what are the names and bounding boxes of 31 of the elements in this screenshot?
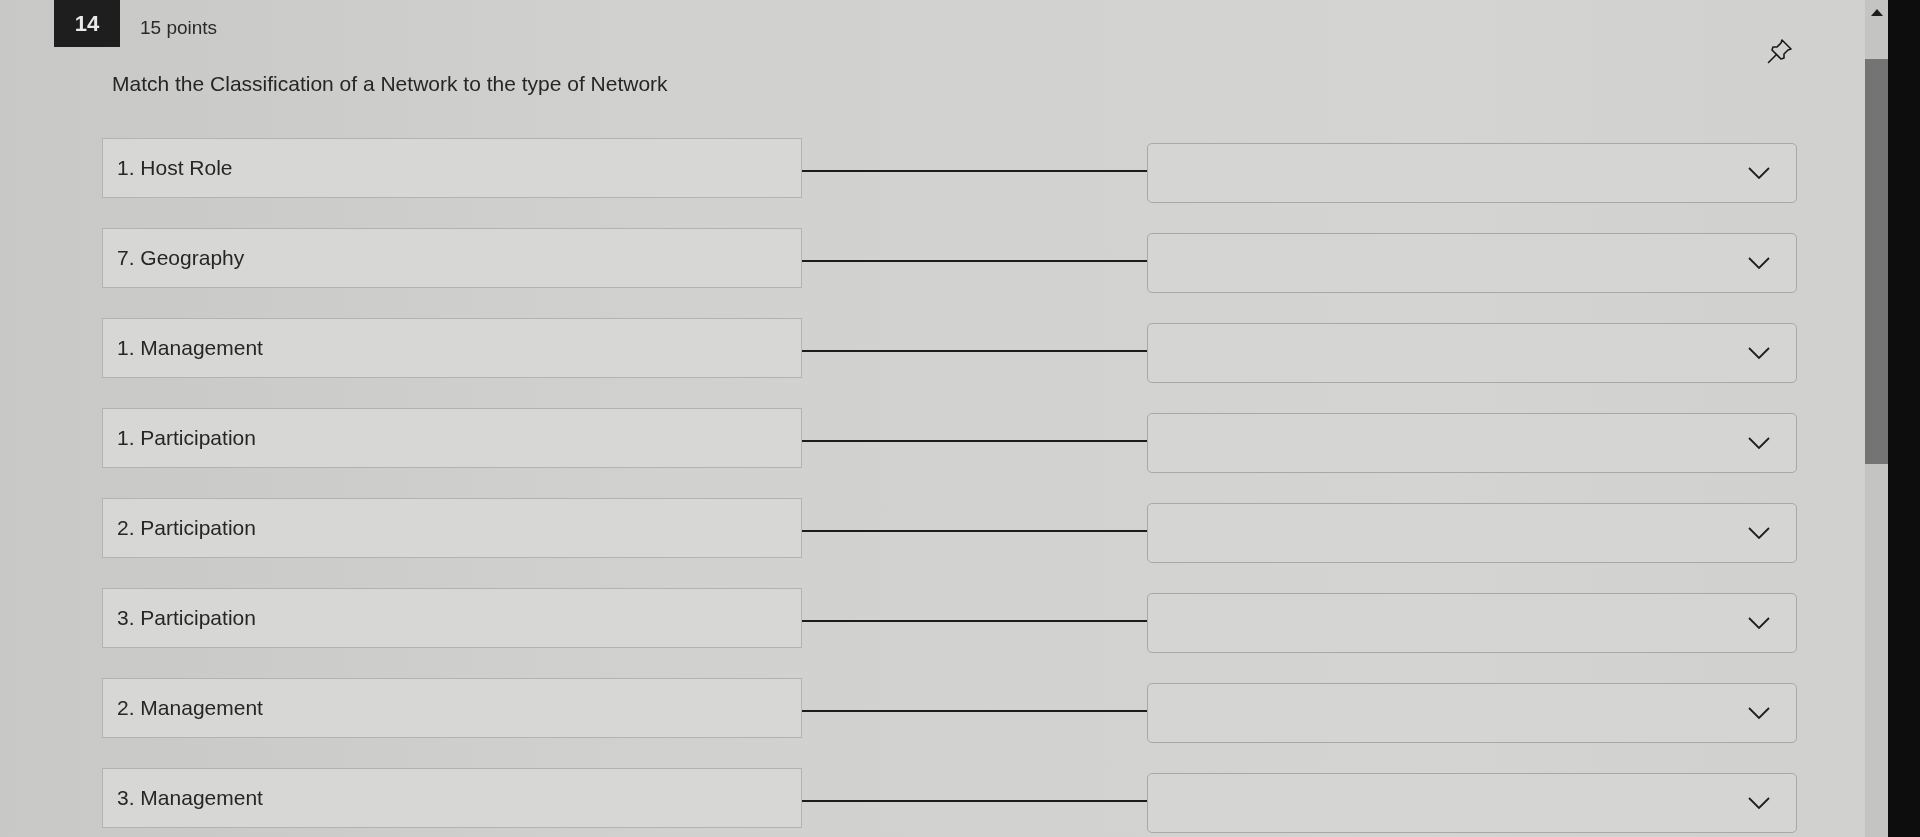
chevron-down-icon xyxy=(1748,167,1770,179)
answer-dropdown[interactable] xyxy=(1147,143,1797,203)
answer-dropdown[interactable] xyxy=(1147,503,1797,563)
chevron-down-icon xyxy=(1748,527,1770,539)
match-prompt: 2. Participation xyxy=(102,498,802,558)
answer-dropdown[interactable] xyxy=(1147,233,1797,293)
pin-icon[interactable] xyxy=(1767,38,1793,64)
answer-dropdown[interactable] xyxy=(1147,413,1797,473)
match-prompt: 1. Participation xyxy=(102,408,802,468)
match-prompt: 2. Management xyxy=(102,678,802,738)
match-prompt: 3. Participation xyxy=(102,588,802,648)
chevron-down-icon xyxy=(1748,347,1770,359)
question-number: 14 xyxy=(54,0,120,47)
chevron-down-icon xyxy=(1748,617,1770,629)
scrollbar-thumb[interactable] xyxy=(1865,59,1888,464)
answer-dropdown[interactable] xyxy=(1147,683,1797,743)
chevron-down-icon xyxy=(1748,797,1770,809)
match-prompt: 1. Host Role xyxy=(102,138,802,198)
answer-dropdown[interactable] xyxy=(1147,323,1797,383)
chevron-down-icon xyxy=(1748,257,1770,269)
answer-dropdown[interactable] xyxy=(1147,773,1797,833)
match-prompt: 3. Management xyxy=(102,768,802,828)
chevron-down-icon xyxy=(1748,437,1770,449)
scroll-up-icon[interactable] xyxy=(1870,9,1883,16)
match-prompt: 7. Geography xyxy=(102,228,802,288)
answer-dropdown[interactable] xyxy=(1147,593,1797,653)
question-prompt: Match the Classification of a Network to the type of Network xyxy=(112,71,669,97)
chevron-down-icon xyxy=(1748,707,1770,719)
points-text: 15 points xyxy=(140,16,218,40)
scrollbar-track[interactable] xyxy=(1865,0,1888,837)
match-prompt: 1. Management xyxy=(102,318,802,378)
